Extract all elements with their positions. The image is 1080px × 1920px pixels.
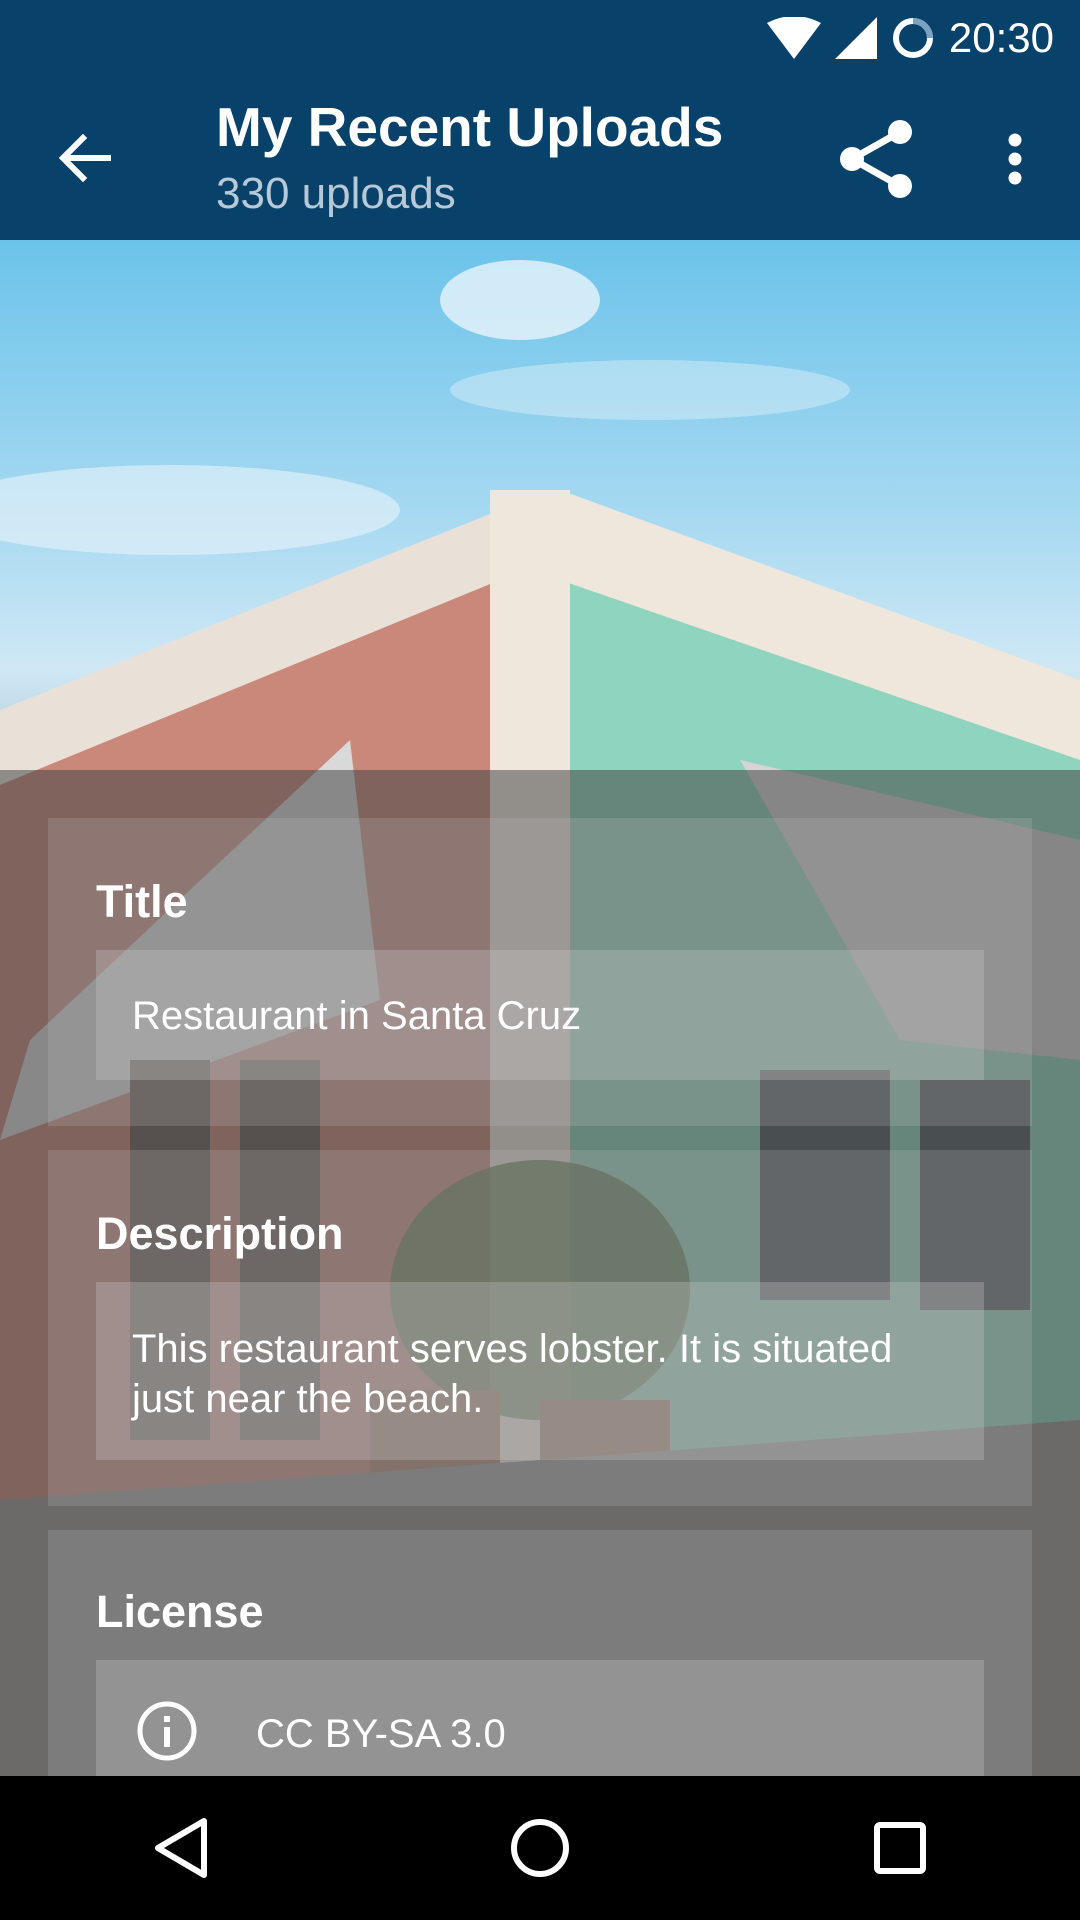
title-field[interactable]: Restaurant in Santa Cruz (96, 950, 984, 1080)
back-button[interactable] (40, 113, 130, 203)
nav-back-icon (155, 1818, 207, 1878)
status-time: 20:30 (948, 13, 1054, 61)
nav-recents-button[interactable] (840, 1788, 960, 1908)
status-bar: 20:30 (0, 0, 1080, 75)
details-overlay: Title Restaurant in Santa Cruz Descripti… (0, 770, 1080, 1776)
nav-home-icon (511, 1819, 569, 1877)
page-title: My Recent Uploads (216, 96, 724, 158)
more-options-button[interactable] (985, 113, 1045, 205)
cell-signal-icon (834, 16, 877, 59)
license-card: License CC BY-SA 3.0 (48, 1530, 1032, 1776)
share-icon (840, 120, 912, 198)
description-card: Description This restaurant serves lobst… (48, 1150, 1032, 1506)
upload-count: 330 uploads (216, 169, 456, 218)
license-field[interactable]: CC BY-SA 3.0 (96, 1660, 984, 1776)
app-bar: My Recent Uploads 330 uploads (0, 75, 1080, 240)
info-icon (136, 1700, 198, 1772)
more-vert-icon (1008, 133, 1022, 185)
description-label: Description (96, 1208, 344, 1259)
license-value: CC BY-SA 3.0 (256, 1712, 506, 1756)
title-label: Title (96, 876, 188, 927)
description-field[interactable]: This restaurant serves lobster. It is si… (96, 1282, 984, 1460)
wifi-icon (766, 16, 821, 59)
nav-recents-icon (874, 1822, 926, 1874)
title-card: Title Restaurant in Santa Cruz (48, 818, 1032, 1126)
nav-home-button[interactable] (480, 1788, 600, 1908)
license-label: License (96, 1586, 264, 1637)
system-nav-bar (0, 1776, 1080, 1920)
app-bar-titles: My Recent Uploads 330 uploads (216, 95, 723, 219)
sync-icon (891, 16, 935, 60)
nav-back-button[interactable] (120, 1788, 240, 1908)
back-arrow-icon (59, 134, 111, 182)
share-button[interactable] (830, 113, 922, 205)
